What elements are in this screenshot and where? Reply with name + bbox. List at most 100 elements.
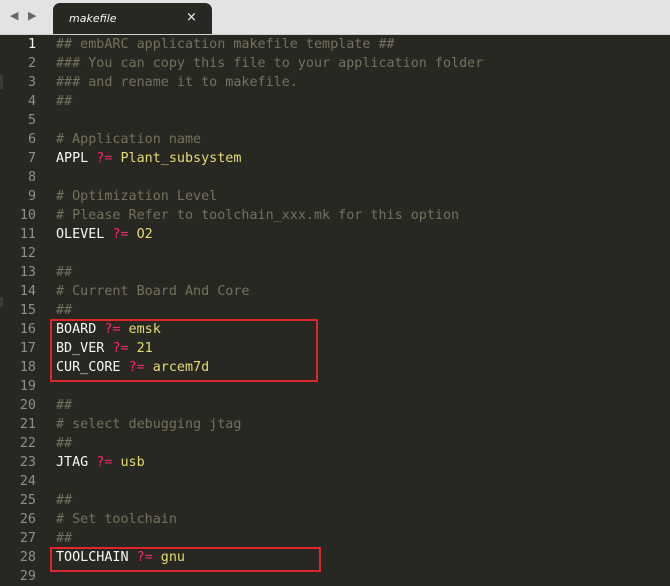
- line-number: 14: [19, 284, 36, 299]
- line-number: 24: [19, 474, 36, 489]
- variable-token: JTAG: [56, 455, 97, 470]
- operator-token: ?=: [96, 455, 113, 470]
- code-line[interactable]: 24: [0, 472, 670, 491]
- comment-token: # Please Refer to toolchain_xxx.mk for t…: [56, 208, 460, 223]
- code-line[interactable]: 7 APPL ?= Plant_subsystem: [0, 149, 670, 168]
- line-number: 2: [27, 56, 36, 71]
- line-number: 26: [19, 512, 36, 527]
- line-number: 10: [19, 208, 36, 223]
- code-line[interactable]: 6 # Application name: [0, 130, 670, 149]
- code-text: ##: [56, 301, 72, 320]
- code-line[interactable]: 25 ##: [0, 491, 670, 510]
- comment-token: ##: [56, 493, 73, 508]
- comment-token: # Application name: [56, 132, 202, 147]
- code-text: ##: [56, 263, 72, 282]
- code-line[interactable]: 20 ##: [0, 396, 670, 415]
- comment-token: # Optimization Level: [56, 189, 218, 204]
- code-text: ### You can copy this file to your appli…: [56, 54, 483, 73]
- line-number: 18: [19, 360, 36, 375]
- line-number: 19: [19, 379, 36, 394]
- tab-bar: ◀ ▶ makefile ×: [0, 0, 670, 35]
- tab-makefile[interactable]: makefile ×: [53, 3, 212, 34]
- code-text: ### and rename it to makefile.: [56, 73, 298, 92]
- code-text: # Set toolchain: [56, 510, 177, 529]
- code-line[interactable]: 3 ### and rename it to makefile.: [0, 73, 670, 92]
- line-number: 16: [19, 322, 36, 337]
- code-line[interactable]: 13 ##: [0, 263, 670, 282]
- comment-token: ## embARC application makefile template …: [56, 37, 395, 52]
- value-token: Plant_subsystem: [112, 151, 242, 166]
- variable-token: OLEVEL: [56, 227, 113, 242]
- line-number: 28: [19, 550, 36, 565]
- line-number: 22: [19, 436, 36, 451]
- close-icon[interactable]: ×: [186, 10, 197, 25]
- line-number: 13: [19, 265, 36, 280]
- tab-nav-arrows-icon[interactable]: ◀ ▶: [10, 9, 39, 22]
- code-line[interactable]: 26 # Set toolchain: [0, 510, 670, 529]
- comment-token: ##: [56, 94, 73, 109]
- code-line[interactable]: 8: [0, 168, 670, 187]
- line-number: 1: [27, 37, 36, 52]
- line-number: 17: [19, 341, 36, 356]
- code-line[interactable]: 1 ## embARC application makefile template…: [0, 35, 670, 54]
- value-token: usb: [112, 455, 145, 470]
- code-line[interactable]: 27 ##: [0, 529, 670, 548]
- code-text: APPL ?= Plant_subsystem: [56, 149, 241, 168]
- code-text: ##: [56, 92, 72, 111]
- line-number: 20: [19, 398, 36, 413]
- variable-token: APPL: [56, 151, 97, 166]
- code-line[interactable]: 12: [0, 244, 670, 263]
- line-number: 21: [19, 417, 36, 432]
- code-line[interactable]: 2 ### You can copy this file to your appl…: [0, 54, 670, 73]
- code-line[interactable]: 9 # Optimization Level: [0, 187, 670, 206]
- code-text: ##: [56, 396, 72, 415]
- code-line[interactable]: 5: [0, 111, 670, 130]
- tab-title: makefile: [69, 12, 117, 25]
- line-number: 11: [19, 227, 36, 242]
- operator-token: ?=: [112, 227, 129, 242]
- highlight-box-board-core: [50, 319, 318, 382]
- code-line[interactable]: 21 # select debugging jtag: [0, 415, 670, 434]
- line-number: 9: [27, 189, 36, 204]
- code-line[interactable]: 15 ##: [0, 301, 670, 320]
- highlight-box-toolchain: [50, 547, 321, 572]
- line-number: 25: [19, 493, 36, 508]
- code-editor[interactable]: 1 ## embARC application makefile template…: [0, 35, 670, 584]
- code-text: # Optimization Level: [56, 187, 217, 206]
- comment-token: ##: [56, 265, 73, 280]
- code-text: # Application name: [56, 130, 201, 149]
- comment-token: ##: [56, 303, 73, 318]
- value-token: O2: [128, 227, 153, 242]
- line-number: 7: [27, 151, 36, 166]
- code-text: # Please Refer to toolchain_xxx.mk for t…: [56, 206, 459, 225]
- line-number: 8: [27, 170, 36, 185]
- comment-token: ##: [56, 436, 73, 451]
- comment-token: # Set toolchain: [56, 512, 177, 527]
- code-text: JTAG ?= usb: [56, 453, 145, 472]
- comment-token: ### and rename it to makefile.: [56, 75, 298, 90]
- code-line[interactable]: 23 JTAG ?= usb: [0, 453, 670, 472]
- line-number: 5: [27, 113, 36, 128]
- code-text: OLEVEL ?= O2: [56, 225, 153, 244]
- comment-token: ### You can copy this file to your appli…: [56, 56, 484, 71]
- line-number: 12: [19, 246, 36, 261]
- code-line[interactable]: 11 OLEVEL ?= O2: [0, 225, 670, 244]
- code-line[interactable]: 10 # Please Refer to toolchain_xxx.mk for…: [0, 206, 670, 225]
- line-number: 15: [19, 303, 36, 318]
- operator-token: ?=: [96, 151, 113, 166]
- code-text: ##: [56, 529, 72, 548]
- code-line[interactable]: 4 ##: [0, 92, 670, 111]
- code-line[interactable]: 22 ##: [0, 434, 670, 453]
- line-number: 23: [19, 455, 36, 470]
- line-number: 4: [27, 94, 36, 109]
- line-number: 3: [27, 75, 36, 90]
- code-text: ## embARC application makefile template …: [56, 35, 395, 54]
- code-line[interactable]: 14 # Current Board And Core: [0, 282, 670, 301]
- code-text: # Current Board And Core: [56, 282, 249, 301]
- code-text: ##: [56, 491, 72, 510]
- code-text: # select debugging jtag: [56, 415, 241, 434]
- comment-token: # Current Board And Core: [56, 284, 250, 299]
- line-number: 6: [27, 132, 36, 147]
- comment-token: ##: [56, 398, 73, 413]
- line-number: 27: [19, 531, 36, 546]
